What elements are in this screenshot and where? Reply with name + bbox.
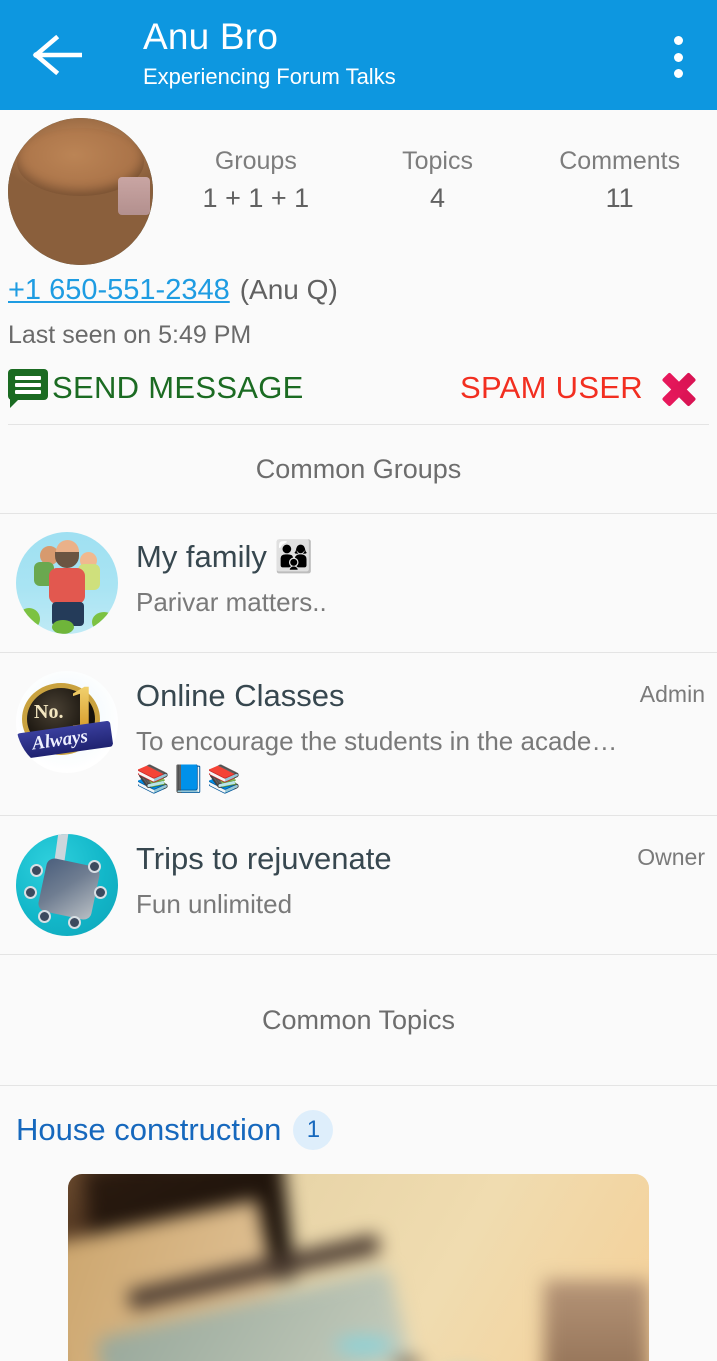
cross-mark-icon (657, 366, 701, 410)
contact-block: +1 650-551-2348 (Anu Q) Last seen on 5:4… (0, 262, 717, 425)
list-item[interactable]: My family 👨‍👩‍👦 Parivar matters.. (0, 514, 717, 652)
group-description: Fun unlimited (136, 889, 293, 919)
section-title: Common Groups (255, 453, 462, 484)
topic-title-row[interactable]: House construction 1 (0, 1086, 717, 1160)
group-name-row: My family 👨‍👩‍👦 (136, 536, 695, 578)
profile-screen: Anu Bro Experiencing Forum Talks Groups … (0, 0, 717, 1361)
group-text: My family 👨‍👩‍👦 Parivar matters.. (136, 532, 695, 622)
send-message-label: SEND MESSAGE (52, 370, 304, 405)
group-avatar (16, 834, 118, 936)
stat-groups: Groups 1 + 1 + 1 (196, 144, 316, 218)
avatar[interactable] (8, 118, 153, 265)
topic-title[interactable]: House construction (16, 1112, 281, 1148)
stat-label: Groups (214, 147, 297, 175)
profile-stats: Groups 1 + 1 + 1 Topics 4 Comments 11 (165, 144, 711, 218)
group-name: Online Classes (136, 678, 345, 713)
topic-count-badge: 1 (293, 1110, 334, 1150)
send-message-button[interactable]: SEND MESSAGE (8, 369, 304, 408)
group-description: To encourage the students in the academi… (136, 726, 630, 756)
profile-header: Groups 1 + 1 + 1 Topics 4 Comments 11 (0, 110, 717, 265)
section-header-common-groups: Common Groups (0, 425, 717, 513)
dot (673, 52, 683, 62)
topic-item: House construction 1 (0, 1086, 717, 1361)
group-role: Admin (639, 681, 705, 707)
stat-value: 11 (605, 183, 634, 213)
app-bar: Anu Bro Experiencing Forum Talks (0, 0, 717, 110)
group-text: Trips to rejuvenate Fun unlimited (136, 834, 627, 924)
group-name: Trips to rejuvenate (136, 841, 392, 876)
section-title: Common Topics (261, 1004, 456, 1035)
group-name: My family (136, 539, 267, 574)
phone-number-link[interactable]: +1 650-551-2348 (8, 268, 230, 312)
family-emoji: 👨‍👩‍👦 (274, 539, 314, 574)
pool-water-photo-avatar (16, 834, 118, 936)
group-avatar: No. 1 Always (16, 671, 118, 773)
more-vertical-icon[interactable] (667, 36, 689, 78)
stat-topics: Topics 4 (378, 144, 498, 218)
section-header-common-topics: Common Topics (0, 955, 717, 1085)
topic-photo-image (68, 1174, 649, 1361)
page-subtitle: Experiencing Forum Talks (143, 64, 396, 89)
topic-photo[interactable] (68, 1174, 649, 1361)
contact-alias: (Anu Q) (239, 274, 338, 305)
chat-bubble-icon (8, 369, 48, 408)
app-bar-titles: Anu Bro Experiencing Forum Talks (143, 14, 396, 94)
list-item[interactable]: No. 1 Always Online Classes To encourage… (0, 653, 717, 815)
stat-label: Comments (559, 147, 681, 175)
group-name-row: Online Classes (136, 675, 630, 717)
group-text: Online Classes To encourage the students… (136, 671, 630, 797)
family-illustration-avatar (16, 532, 118, 634)
stat-label: Topics (402, 147, 473, 175)
back-button[interactable] (30, 32, 82, 78)
stat-value: 1 + 1 + 1 (202, 183, 310, 213)
book-emojis: 📚📘📚 (136, 764, 243, 794)
dot (673, 69, 683, 78)
stat-comments: Comments 11 (559, 144, 680, 218)
last-seen-text: Last seen on 5:49 PM (8, 321, 252, 349)
spam-user-button[interactable]: SPAM USER (460, 366, 701, 410)
number-one-medal-avatar: No. 1 Always (16, 671, 118, 773)
group-role: Owner (637, 844, 705, 870)
avatar-image (8, 118, 153, 265)
group-name-row: Trips to rejuvenate (136, 838, 627, 880)
list-item[interactable]: Trips to rejuvenate Fun unlimited Owner (0, 816, 717, 954)
page-title: Anu Bro (143, 16, 279, 57)
profile-actions: SEND MESSAGE SPAM USER (8, 366, 709, 424)
group-avatar (16, 532, 118, 634)
spam-user-label: SPAM USER (460, 370, 643, 405)
stat-value: 4 (430, 183, 446, 213)
dot (673, 36, 683, 45)
phone-row: +1 650-551-2348 (Anu Q) (8, 262, 709, 312)
group-description: Parivar matters.. (136, 587, 327, 617)
